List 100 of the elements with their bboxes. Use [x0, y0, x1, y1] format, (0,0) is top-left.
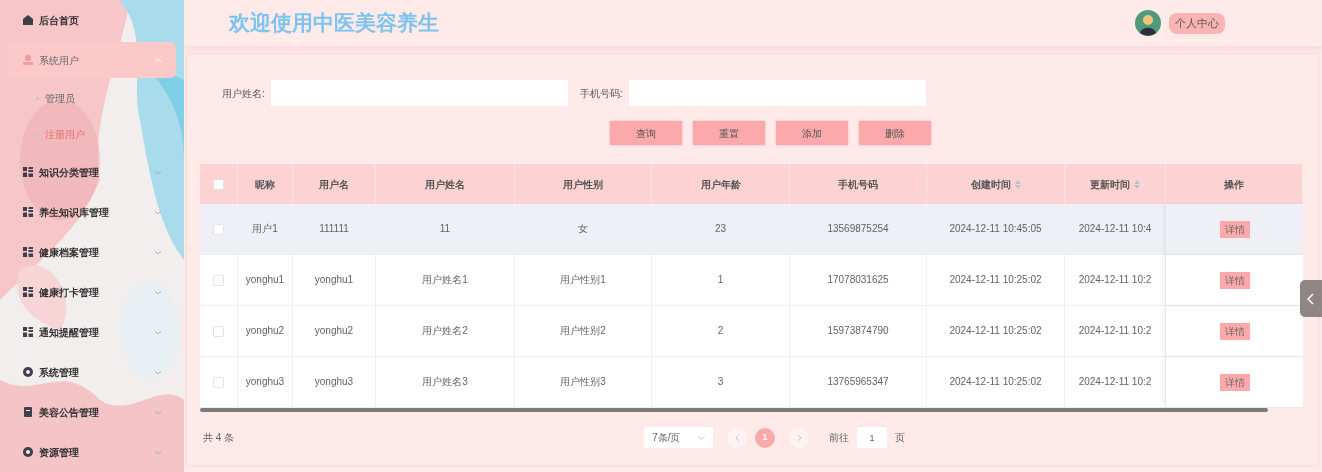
chevron-up-icon [154, 57, 162, 63]
checkbox[interactable] [213, 178, 224, 190]
table-cell-text: 2024-12-11 10:25:02 [949, 375, 1042, 389]
sidebar-item[interactable]: 系统管理 [8, 354, 176, 390]
side-tab[interactable] [1300, 280, 1322, 317]
document-icon [22, 406, 34, 418]
table-cell-text: 2024-12-11 10:2 [1078, 273, 1152, 287]
chevron-down-icon [154, 369, 162, 375]
grid-icon [22, 206, 34, 218]
chevron-down-icon [154, 329, 162, 335]
action-button[interactable]: 重置 [693, 121, 765, 145]
table-cell-text: yonghu1 [314, 273, 354, 287]
sidebar-item[interactable]: 健康档案管理 [8, 234, 176, 270]
column-header: 用户姓名 [425, 177, 465, 192]
chevron-down-icon [154, 209, 162, 215]
table-cell-text: 女 [578, 222, 588, 236]
sort-icon[interactable] [1014, 179, 1021, 189]
column-header: 创建时间 [970, 177, 1011, 192]
table-cell-text: 2024-12-11 10:4 [1078, 222, 1152, 236]
grid-icon [22, 326, 34, 338]
chevron-down-icon [154, 449, 162, 455]
action-button[interactable]: 添加 [776, 121, 848, 145]
column-header: 用户年龄 [700, 177, 741, 192]
table-cell-text: 2 [717, 324, 724, 338]
table-cell-text: yonghu2 [245, 324, 285, 338]
page-input[interactable]: 1 [857, 427, 888, 448]
profile-button[interactable]: 个人中心 [1169, 12, 1225, 34]
chevron-left-icon [1307, 292, 1315, 305]
page-size-select[interactable]: 7条/页 [644, 427, 714, 448]
table-cell-text: 用户姓名3 [422, 375, 468, 389]
page-title: 欢迎使用中医美容养生 [229, 10, 439, 37]
chevron-down-icon [154, 249, 162, 255]
table-cell-text: 17078031625 [827, 273, 889, 287]
sidebar-item[interactable]: 资源管理 [8, 434, 176, 470]
table-cell-text: 用户姓名1 [422, 273, 468, 287]
table-cell-text: 2024-12-11 10:45:05 [949, 222, 1042, 236]
sidebar-item[interactable]: 系统用户 [8, 42, 176, 78]
avatar-icon [1135, 10, 1161, 36]
table-cell-text: yonghu1 [245, 273, 285, 287]
chevron-right-icon [796, 433, 802, 442]
table-cell-text: 用户性别1 [560, 273, 606, 287]
table-row[interactable]: yonghu3 yonghu3 用户姓名3 用户性别3 3 13765965347 2024-12-11 10:25:02 2024-12-11 10:2 详情 [200, 357, 1303, 408]
action-button[interactable]: 删除 [859, 121, 931, 145]
sidebar-item[interactable]: 知识分类管理 [8, 154, 176, 190]
user-icon [22, 54, 34, 66]
table-row[interactable]: 用户1 111111 11 女 23 13569875254 2024-12-11 10:45:05 2024-12-11 10:4 详情 [200, 204, 1303, 255]
sidebar-item[interactable]: 通知提醒管理 [8, 314, 176, 350]
table-cell-text: 13569875254 [827, 222, 889, 236]
table-row[interactable]: yonghu2 yonghu2 用户姓名2 用户性别2 2 15973874790 2024-12-11 10:25:02 2024-12-11 10:2 详情 [200, 306, 1303, 357]
grid-icon [22, 286, 34, 298]
table-cell-text: 2024-12-11 10:2 [1078, 375, 1152, 389]
table-cell-text: 2024-12-11 10:2 [1078, 324, 1152, 338]
submenu-item[interactable]: 管理员 [0, 80, 184, 116]
sidebar-item[interactable]: 健康打卡管理 [8, 274, 176, 310]
total-count: 共 4 条 [203, 431, 235, 445]
prev-page-button[interactable] [727, 427, 748, 448]
table-cell-text: 用户性别3 [560, 375, 606, 389]
action-button[interactable]: 查询 [610, 121, 682, 145]
table-cell-text: 2024-12-11 10:25:02 [949, 324, 1042, 338]
sidebar-item[interactable]: 养生知识库管理 [8, 194, 176, 230]
page-suffix: 页 [895, 431, 906, 445]
table-cell-text: yonghu3 [314, 375, 354, 389]
table-cell-text: yonghu3 [245, 375, 285, 389]
checkbox[interactable] [213, 274, 224, 286]
column-header: 更新时间 [1090, 177, 1130, 192]
next-page-button[interactable] [789, 427, 810, 448]
checkbox[interactable] [213, 325, 224, 337]
table-cell-text: 15973874790 [827, 324, 889, 338]
grid-icon [22, 246, 34, 258]
column-header: 手机号码 [838, 177, 878, 192]
table-cell-text: 3 [717, 375, 724, 389]
table-cell-text: 2024-12-11 10:25:02 [949, 273, 1042, 287]
sidebar-item[interactable]: 后台首页 [8, 2, 176, 38]
table-cell-text: 11 [439, 222, 451, 236]
column-header: 用户名 [319, 177, 349, 192]
table-cell-text: 用户1 [252, 222, 278, 236]
table-cell-text: 用户姓名2 [422, 324, 468, 338]
goto-label: 前往 [829, 431, 850, 445]
checkbox[interactable] [213, 223, 224, 235]
grid-icon [22, 166, 34, 178]
chevron-down-icon [154, 169, 162, 175]
chevron-down-icon [698, 435, 706, 440]
chevron-down-icon [154, 409, 162, 415]
gear-icon [22, 446, 34, 458]
scrollbar[interactable] [200, 408, 1268, 412]
sidebar-item[interactable]: 美容公告管理 [8, 394, 176, 430]
table-cell-text: yonghu2 [314, 324, 354, 338]
table-cell-text: 用户性别2 [560, 324, 606, 338]
sort-icon[interactable] [1134, 179, 1140, 189]
field-label: 用户姓名: [222, 86, 265, 101]
column-header: 昵称 [255, 177, 275, 192]
table-row[interactable]: yonghu1 yonghu1 用户姓名1 用户性别1 1 17078031625 2024-12-11 10:25:02 2024-12-11 10:2 详情 [200, 255, 1303, 306]
checkbox[interactable] [213, 376, 224, 388]
table-cell-text: 111111 [319, 222, 349, 236]
chevron-down-icon [154, 289, 162, 295]
column-header: 操作 [1224, 177, 1244, 192]
field-label: 手机号码: [579, 86, 623, 101]
chevron-left-icon [734, 433, 740, 442]
gear-icon [22, 366, 34, 378]
column-header: 用户性别 [563, 177, 603, 192]
